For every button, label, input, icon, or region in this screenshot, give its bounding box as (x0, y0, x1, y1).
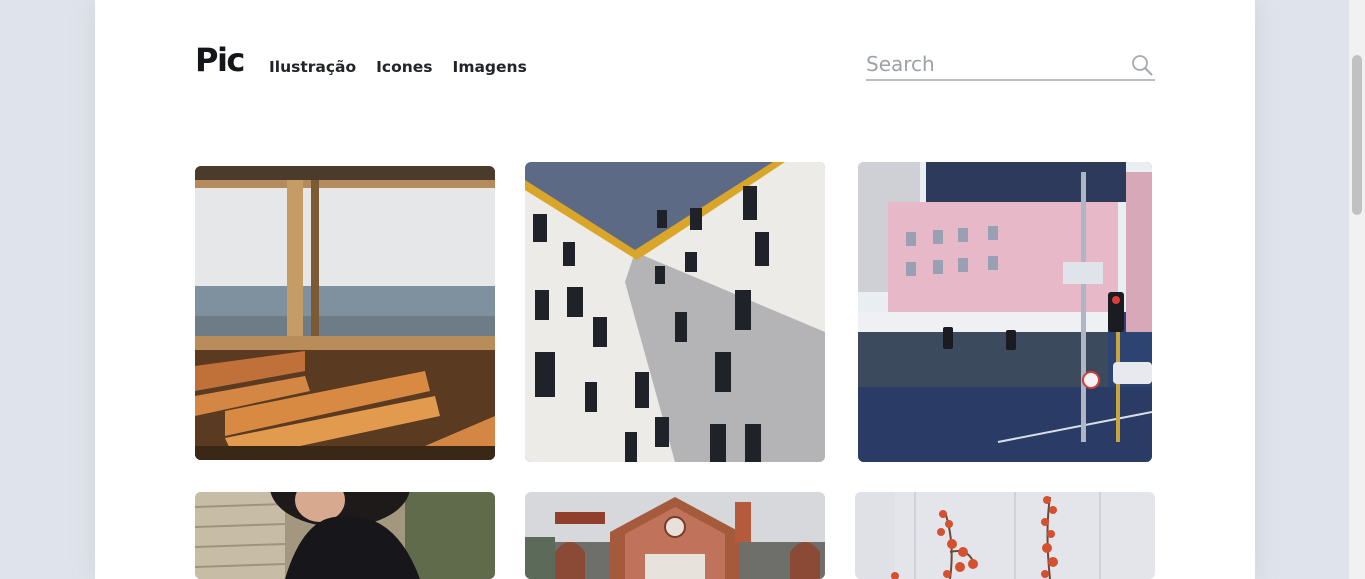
photo-card-red-berries[interactable] (855, 492, 1155, 579)
main-nav: Ilustração Icones Imagens (269, 58, 527, 76)
photo-card-woman[interactable] (195, 492, 495, 579)
search-box (866, 50, 1155, 81)
photo-card-white-building[interactable] (525, 162, 825, 462)
scrollbar-thumb[interactable] (1352, 55, 1362, 215)
nav-item-icones[interactable]: Icones (376, 58, 432, 76)
nav-item-ilustracao[interactable]: Ilustração (269, 58, 356, 76)
page-container: Pic Ilustração Icones Imagens (95, 0, 1255, 579)
nav-item-imagens[interactable]: Imagens (453, 58, 527, 76)
logo[interactable]: Pic (195, 41, 245, 79)
photo-card-ferry[interactable] (195, 166, 495, 460)
photo-card-ornate-building[interactable] (525, 492, 825, 579)
search-input[interactable] (866, 50, 1121, 78)
photo-card-pink-building[interactable] (858, 162, 1152, 462)
search-icon[interactable] (1131, 54, 1153, 76)
scrollbar[interactable] (1349, 0, 1365, 579)
